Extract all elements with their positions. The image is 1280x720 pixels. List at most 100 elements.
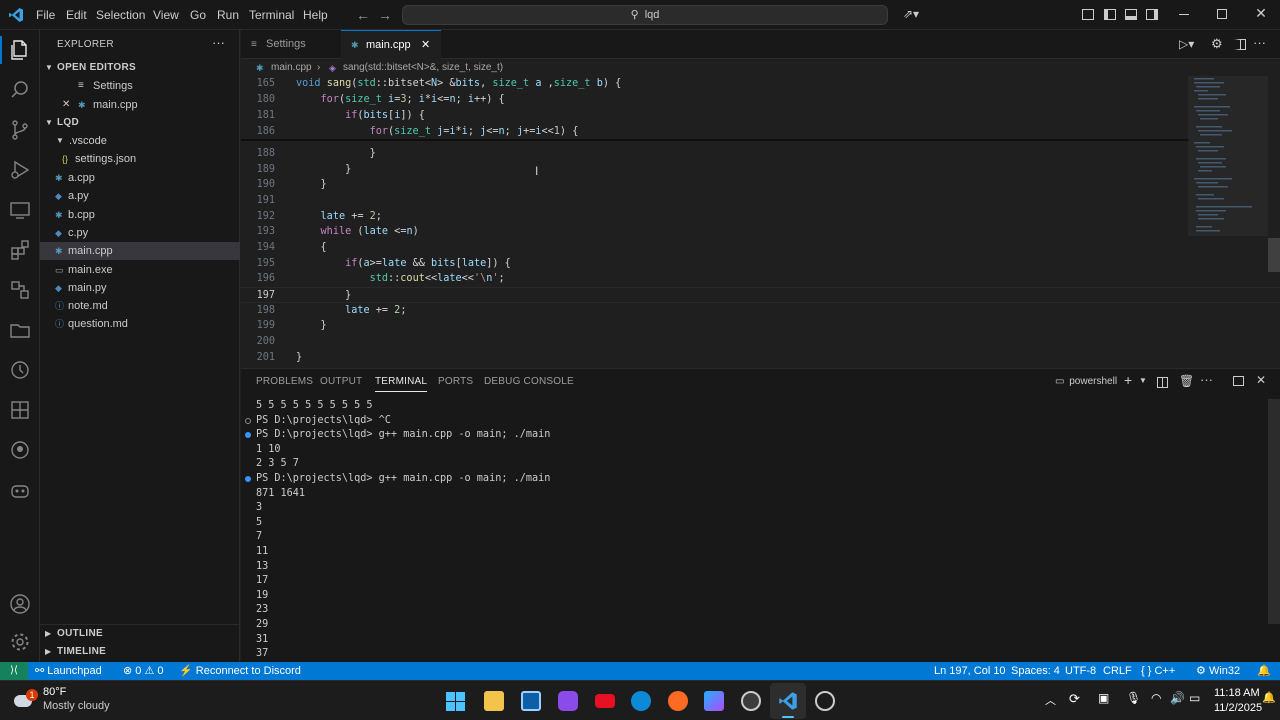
video-app-icon[interactable] xyxy=(595,694,615,708)
menu-view[interactable]: View xyxy=(153,8,179,22)
windows-start-icon[interactable] xyxy=(446,692,465,711)
file-item[interactable]: ▭ main.exe xyxy=(40,261,240,279)
containers-icon[interactable] xyxy=(8,398,32,422)
forward-arrow-icon[interactable]: → xyxy=(378,7,392,23)
menu-go[interactable]: Go xyxy=(190,8,206,22)
remote-indicator-icon[interactable]: ⟩⟨ xyxy=(0,662,28,680)
tab-main-cpp[interactable]: ✱ main.cpp ✕ xyxy=(341,30,441,59)
run-code-icon[interactable]: ▷▾ xyxy=(1179,37,1194,51)
platform[interactable]: ⚙ Win32 xyxy=(1196,662,1240,680)
menu-file[interactable]: File xyxy=(36,8,55,22)
remote-explorer-icon[interactable] xyxy=(8,198,32,222)
more-actions-icon[interactable]: ··· xyxy=(1200,372,1213,387)
search-activity-icon[interactable] xyxy=(8,78,32,102)
chevron-down-icon[interactable]: ▼ xyxy=(1139,376,1147,385)
cursor-position[interactable]: Ln 197, Col 10 xyxy=(934,662,1006,680)
notifications-bell-icon[interactable]: 🔔 xyxy=(1257,662,1271,680)
restore-icon[interactable] xyxy=(1217,9,1227,19)
copilot-icon[interactable]: ⇗▾ xyxy=(900,7,922,21)
close-panel-icon[interactable]: ✕ xyxy=(1256,373,1266,387)
breadcrumb-symbol[interactable]: sang(std::bitset<N>&, size_t, size_t) xyxy=(343,60,503,76)
tab-debug-console[interactable]: DEBUG CONSOLE xyxy=(484,376,574,387)
open-editors-header[interactable]: ▼ OPEN EDITORS xyxy=(40,59,240,77)
breadcrumb-file[interactable]: main.cpp xyxy=(271,60,312,76)
close-editor-icon[interactable]: ✕ xyxy=(62,96,70,114)
copilot-activity-icon[interactable] xyxy=(8,478,32,502)
file-explorer-icon[interactable] xyxy=(484,691,504,711)
command-decoration-icon[interactable] xyxy=(245,417,251,424)
extensions-icon[interactable] xyxy=(8,238,32,262)
menu-terminal[interactable]: Terminal xyxy=(249,8,294,22)
minimize-icon[interactable] xyxy=(1179,14,1189,15)
file-item[interactable]: ◆ a.py xyxy=(40,187,240,205)
toggle-secondary-sidebar-icon[interactable] xyxy=(1146,9,1158,20)
edge-browser-icon[interactable] xyxy=(631,691,651,711)
file-item[interactable]: ◆ c.py xyxy=(40,224,240,242)
file-item[interactable]: ✱ b.cpp xyxy=(40,206,240,224)
project-folder-header[interactable]: ▼ LQD xyxy=(40,114,240,132)
split-terminal-icon[interactable] xyxy=(1157,377,1168,388)
trash-icon[interactable]: 🗑 xyxy=(1179,374,1194,388)
app-purple-icon[interactable] xyxy=(558,691,578,711)
minimap[interactable] xyxy=(1188,76,1268,368)
store-icon[interactable] xyxy=(521,691,541,711)
more-actions-icon[interactable]: ··· xyxy=(1253,35,1266,50)
launchpad-item[interactable]: ⚯ Launchpad xyxy=(35,662,102,680)
weather-widget[interactable]: 1 xyxy=(10,687,38,713)
tab-problems[interactable]: PROBLEMS xyxy=(256,376,313,387)
customize-layout-icon[interactable] xyxy=(1082,9,1094,20)
tab-terminal[interactable]: TERMINAL xyxy=(375,376,428,392)
file-item[interactable]: ✱ main.cpp xyxy=(40,242,240,261)
menu-run[interactable]: Run xyxy=(217,8,239,22)
close-tab-icon[interactable]: ✕ xyxy=(421,31,430,60)
file-item[interactable]: ✱ a.cpp xyxy=(40,169,240,187)
indentation[interactable]: Spaces: 4 xyxy=(1011,662,1060,680)
timeline-header[interactable]: ▶ TIMELINE xyxy=(40,643,240,661)
discord-item[interactable]: ⚡ Reconnect to Discord xyxy=(179,662,301,680)
tab-ports[interactable]: PORTS xyxy=(438,376,473,387)
open-editor-settings[interactable]: ≡ Settings xyxy=(40,77,240,95)
firefox-icon[interactable] xyxy=(668,691,688,711)
language-mode[interactable]: { } C++ xyxy=(1141,662,1175,680)
encoding[interactable]: UTF-8 xyxy=(1065,662,1096,680)
testing-icon[interactable] xyxy=(8,278,32,302)
source-control-icon[interactable] xyxy=(8,118,32,142)
terminal-scrollbar[interactable] xyxy=(1268,399,1280,624)
battery-icon[interactable]: ▭ xyxy=(1189,691,1200,705)
tray-app-icon[interactable]: ▣ xyxy=(1098,691,1109,705)
file-item[interactable]: ◆ main.py xyxy=(40,279,240,297)
unity-icon[interactable] xyxy=(741,691,761,711)
command-decoration-icon[interactable] xyxy=(245,432,251,439)
folder-vscode[interactable]: ▼ .vscode xyxy=(40,132,240,150)
editor-scrollbar[interactable] xyxy=(1268,238,1280,272)
toggle-primary-sidebar-icon[interactable] xyxy=(1104,9,1116,20)
back-arrow-icon[interactable]: ← xyxy=(356,7,370,23)
tab-output[interactable]: OUTPUT xyxy=(320,376,362,387)
menu-selection[interactable]: Selection xyxy=(96,8,145,22)
open-editor-main-cpp[interactable]: ✕ ✱ main.cpp xyxy=(40,96,240,114)
sync-icon[interactable]: ⟳ xyxy=(1069,691,1080,707)
microphone-icon[interactable]: 🎙 xyxy=(1126,691,1141,705)
project-manager-icon[interactable] xyxy=(8,318,32,342)
manage-gear-icon[interactable] xyxy=(8,630,32,654)
code-editor[interactable]: 165 void sang(std::bitset<N> &bits, size_… xyxy=(241,76,1280,368)
menu-edit[interactable]: Edit xyxy=(66,8,87,22)
copilot-app-icon[interactable] xyxy=(704,691,724,711)
timeline-icon[interactable] xyxy=(8,358,32,382)
outline-header[interactable]: ▶ OUTLINE xyxy=(40,625,240,643)
file-item[interactable]: ⓘ note.md xyxy=(40,297,240,315)
file-item[interactable]: ⓘ question.md xyxy=(40,315,240,333)
clock-time[interactable]: 11:18 AM xyxy=(1214,687,1260,699)
menu-help[interactable]: Help xyxy=(303,8,328,22)
notification-center-icon[interactable]: 🔔 xyxy=(1262,691,1276,704)
split-editor-icon[interactable] xyxy=(1234,39,1246,50)
close-window-icon[interactable]: ✕ xyxy=(1254,6,1268,20)
accounts-icon[interactable] xyxy=(8,592,32,616)
clock-date[interactable]: 11/2/2025 xyxy=(1214,702,1262,714)
command-center-search[interactable]: ⚲ lqd xyxy=(402,5,888,25)
run-debug-icon[interactable] xyxy=(8,158,32,182)
problems-count[interactable]: ⊗ 0 ⚠ 0 xyxy=(123,662,164,680)
more-actions-icon[interactable]: ··· xyxy=(212,35,225,50)
command-decoration-icon[interactable] xyxy=(245,476,251,482)
app-circle-icon[interactable] xyxy=(815,691,835,711)
